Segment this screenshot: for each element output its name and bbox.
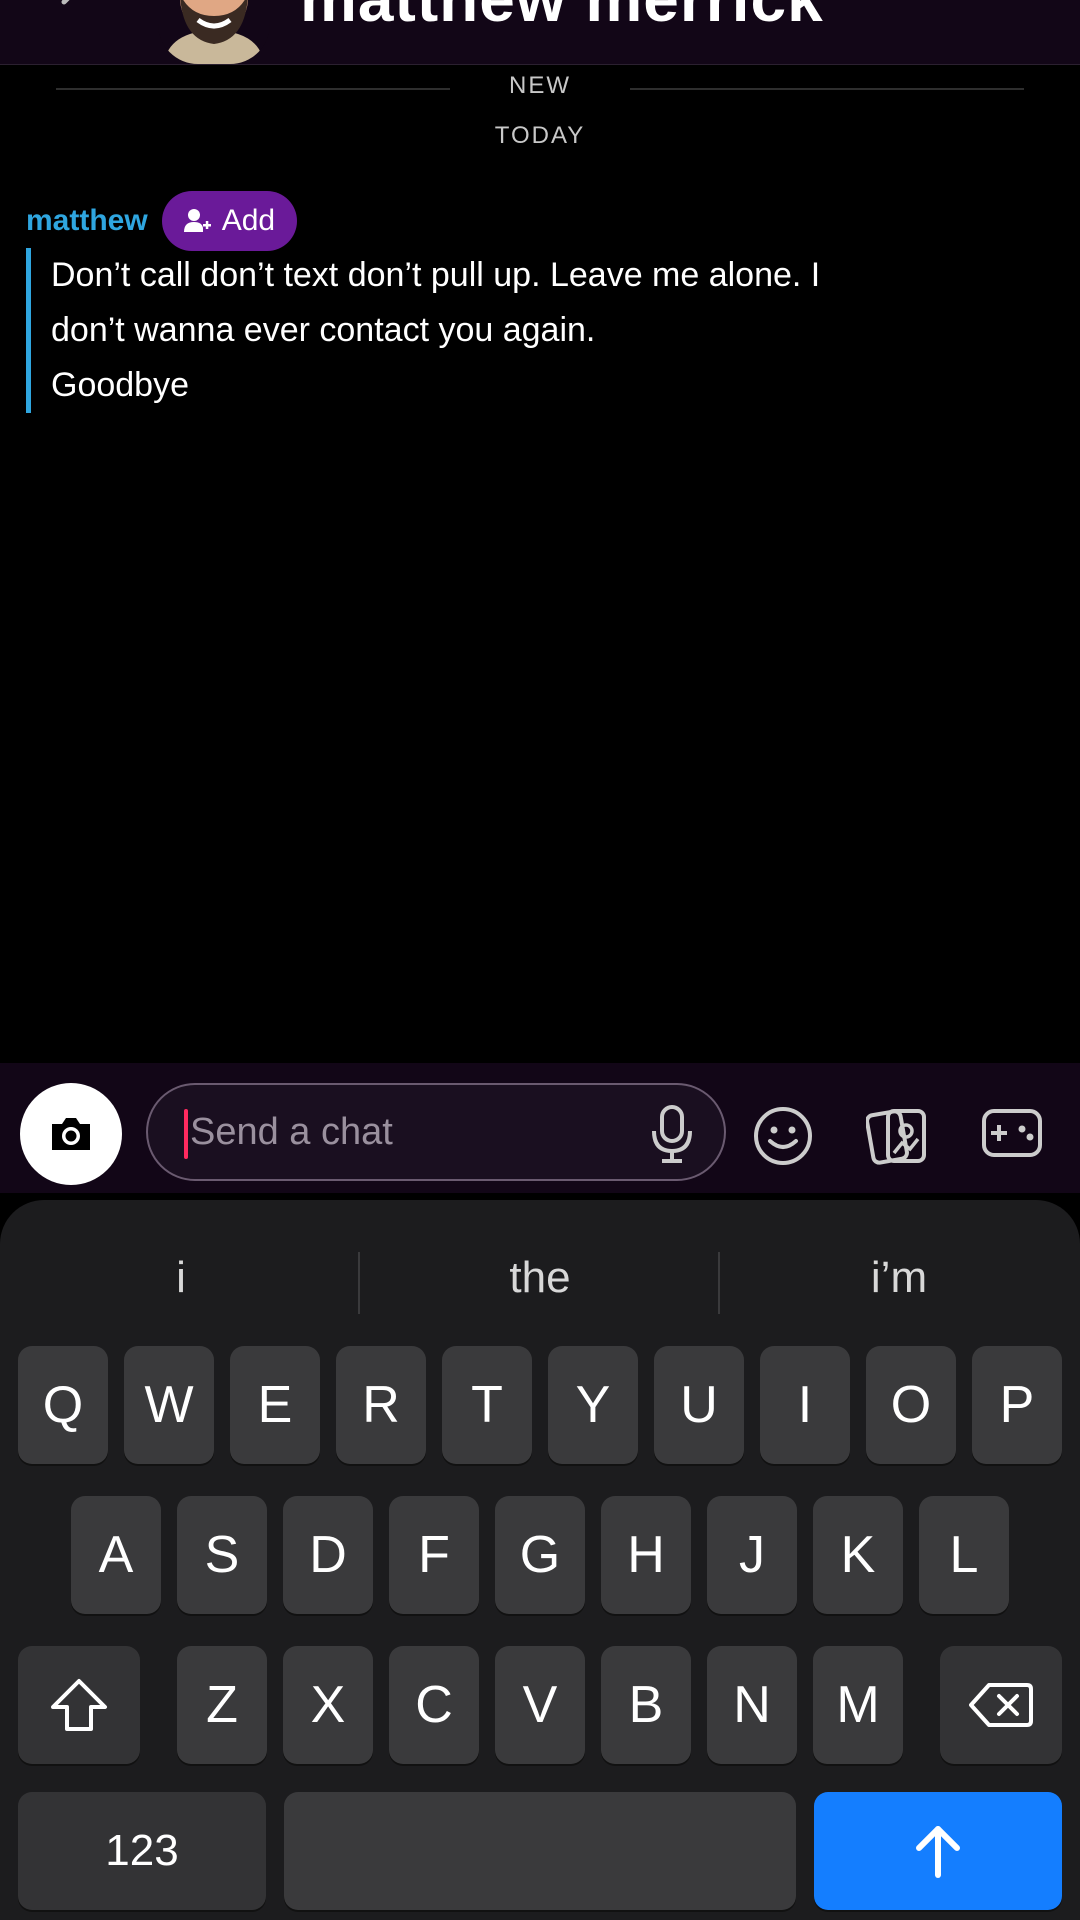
key-l[interactable]: L: [919, 1496, 1009, 1614]
key-v[interactable]: V: [495, 1646, 585, 1764]
emoji-icon[interactable]: [752, 1105, 814, 1167]
key-w[interactable]: W: [124, 1346, 214, 1464]
sender-row: matthew Add: [26, 190, 298, 252]
camera-icon: [52, 1118, 90, 1150]
chat-header: matthew merrick: [0, 0, 1080, 65]
backspace-icon: [969, 1683, 1033, 1727]
key-o[interactable]: O: [866, 1346, 956, 1464]
key-e[interactable]: E: [230, 1346, 320, 1464]
suggestion-bar: i the i’m: [0, 1236, 1080, 1320]
numbers-key[interactable]: 123: [18, 1792, 266, 1910]
chevron-left-icon[interactable]: [52, 0, 92, 22]
key-q[interactable]: Q: [18, 1346, 108, 1464]
key-d[interactable]: D: [283, 1496, 373, 1614]
space-key[interactable]: [284, 1792, 796, 1910]
arrow-up-icon: [916, 1826, 960, 1878]
key-k[interactable]: K: [813, 1496, 903, 1614]
key-a[interactable]: A: [71, 1496, 161, 1614]
suggestion-separator: [358, 1252, 360, 1314]
backspace-key[interactable]: [940, 1646, 1062, 1764]
key-h[interactable]: H: [601, 1496, 691, 1614]
key-r[interactable]: R: [336, 1346, 426, 1464]
camera-button[interactable]: [20, 1083, 122, 1185]
contact-name[interactable]: matthew merrick: [300, 0, 824, 36]
keyboard: i the i’m Q W E R T Y U I O P A S D F G …: [0, 1200, 1080, 1920]
key-b[interactable]: B: [601, 1646, 691, 1764]
game-controller-icon[interactable]: [980, 1105, 1044, 1161]
suggestion-3[interactable]: i’m: [720, 1236, 1078, 1320]
suggestion-2[interactable]: the: [361, 1236, 719, 1320]
key-y[interactable]: Y: [548, 1346, 638, 1464]
key-u[interactable]: U: [654, 1346, 744, 1464]
key-c[interactable]: C: [389, 1646, 479, 1764]
key-x[interactable]: X: [283, 1646, 373, 1764]
text-caret: [184, 1109, 188, 1159]
send-key[interactable]: [814, 1792, 1062, 1910]
key-n[interactable]: N: [707, 1646, 797, 1764]
chat-input-bar: Send a chat: [0, 1063, 1080, 1193]
key-t[interactable]: T: [442, 1346, 532, 1464]
chat-placeholder: Send a chat: [190, 1111, 393, 1153]
add-friend-button[interactable]: Add: [161, 191, 298, 251]
shift-icon: [51, 1679, 107, 1731]
mic-icon[interactable]: [648, 1103, 696, 1165]
key-g[interactable]: G: [495, 1496, 585, 1614]
chat-input[interactable]: Send a chat: [146, 1083, 726, 1181]
new-divider: NEW: [0, 72, 1080, 108]
suggestion-1[interactable]: i: [2, 1236, 360, 1320]
message-text[interactable]: Don’t call don’t text don’t pull up. Lea…: [26, 248, 1031, 413]
key-z[interactable]: Z: [177, 1646, 267, 1764]
key-f[interactable]: F: [389, 1496, 479, 1614]
sender-name[interactable]: matthew: [26, 204, 148, 238]
key-s[interactable]: S: [177, 1496, 267, 1614]
key-p[interactable]: P: [972, 1346, 1062, 1464]
key-m[interactable]: M: [813, 1646, 903, 1764]
add-friend-icon: [183, 209, 211, 232]
date-label: TODAY: [494, 122, 586, 149]
shift-key[interactable]: [18, 1646, 140, 1764]
key-j[interactable]: J: [707, 1496, 797, 1614]
key-i[interactable]: I: [760, 1346, 850, 1464]
avatar[interactable]: [158, 0, 270, 64]
add-label: Add: [221, 204, 276, 237]
new-label: NEW: [509, 72, 571, 99]
sticker-icon[interactable]: [866, 1105, 930, 1167]
